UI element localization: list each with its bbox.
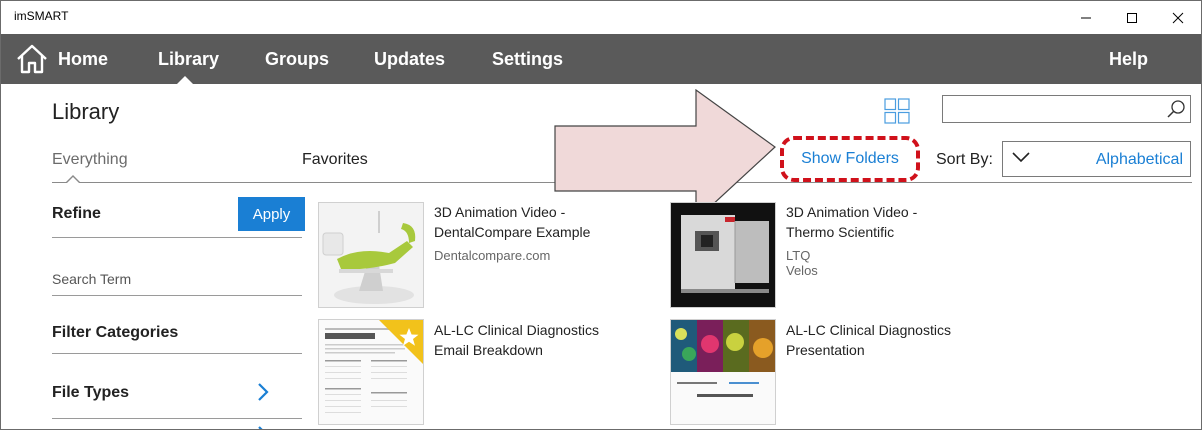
app-window: imSMART Home Library Groups Updates Sett… [0, 0, 1202, 430]
item-title: 3D Animation Video - [434, 204, 566, 220]
item-title-line2: Thermo Scientific [786, 224, 895, 240]
maximize-icon [1127, 12, 1137, 23]
page-title: Library [52, 99, 120, 124]
item-subtitle: LTQ Velos [786, 248, 818, 278]
apply-button[interactable]: Apply [238, 197, 305, 231]
item-subtitle: Dentalcompare.com [434, 248, 551, 263]
divider [52, 237, 302, 238]
title-bar: imSMART [1, 1, 1201, 34]
chevron-right-icon[interactable] [256, 382, 270, 402]
nav-home[interactable]: Home [58, 34, 108, 84]
item-title: AL-LC Clinical Diagnostics [786, 322, 951, 338]
search-term-field[interactable]: Search Term [52, 271, 131, 287]
file-types-item[interactable]: File Types [52, 384, 129, 402]
close-icon [1172, 12, 1184, 23]
maximize-button[interactable] [1109, 1, 1155, 34]
divider [52, 353, 302, 354]
divider [52, 418, 302, 419]
refine-heading: Refine [52, 205, 101, 222]
tab-everything[interactable]: Everything [52, 151, 128, 169]
item-title: 3D Animation Video - [786, 204, 918, 220]
chevron-right-icon[interactable] [256, 425, 270, 430]
top-navigation: Home Library Groups Updates Settings Hel… [1, 34, 1201, 84]
show-folders-button[interactable]: Show Folders [780, 136, 920, 182]
sort-value: Alphabetical [1095, 151, 1183, 168]
filter-categories-heading: Filter Categories [52, 324, 179, 341]
item-title-line2: Presentation [786, 342, 865, 358]
grid-view-icon[interactable] [884, 98, 910, 124]
nav-settings[interactable]: Settings [492, 34, 563, 84]
presentation-thumbnail [670, 319, 776, 425]
search-input[interactable] [942, 95, 1191, 123]
chevron-down-icon [1012, 152, 1030, 163]
minimize-icon [1081, 17, 1091, 18]
window-title: imSMART [14, 9, 69, 23]
item-title-line2: Email Breakdown [434, 342, 543, 358]
tab-favorites[interactable]: Favorites [302, 151, 368, 169]
nav-help[interactable]: Help [1109, 34, 1148, 84]
lab-instrument-thumbnail [670, 202, 776, 308]
email-document-thumbnail [318, 319, 424, 425]
divider [52, 295, 302, 296]
dental-chair-thumbnail [318, 202, 424, 308]
home-icon[interactable] [15, 43, 49, 75]
item-title: AL-LC Clinical Diagnostics [434, 322, 599, 338]
minimize-button[interactable] [1063, 1, 1109, 34]
sort-by-label: Sort By: [936, 151, 993, 168]
close-button[interactable] [1155, 1, 1201, 34]
item-title-line2: DentalCompare Example [434, 224, 591, 240]
sort-by-select[interactable]: Alphabetical [1002, 141, 1191, 177]
nav-updates[interactable]: Updates [374, 34, 445, 84]
nav-groups[interactable]: Groups [265, 34, 329, 84]
active-nav-indicator [177, 76, 193, 84]
search-icon[interactable] [1166, 99, 1186, 119]
